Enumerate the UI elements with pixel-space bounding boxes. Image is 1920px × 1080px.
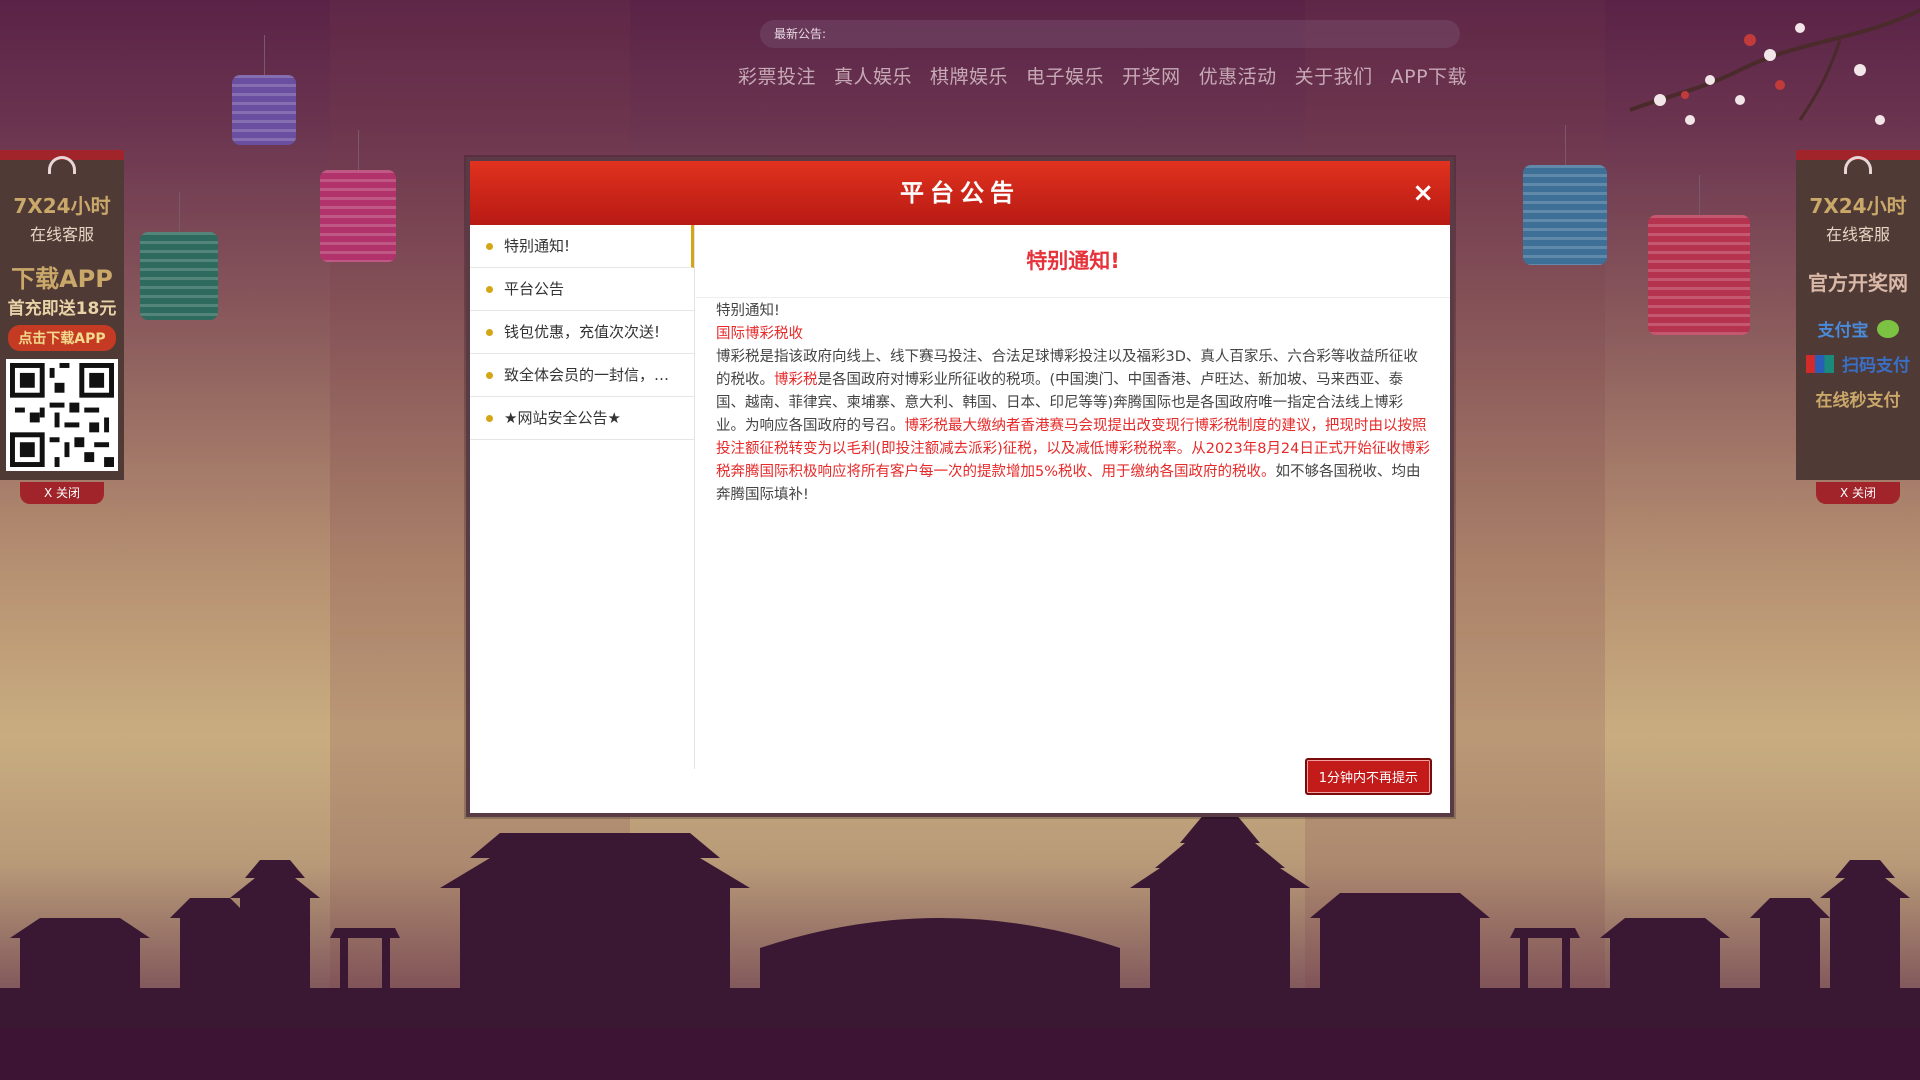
nav-chess-cards[interactable]: 棋牌娱乐 xyxy=(930,62,1008,89)
online-pay-row: 在线秒支付 xyxy=(1796,386,1920,411)
content-red-heading: 国际博彩税收 xyxy=(716,326,803,342)
content-paragraph: 博彩税是指该政府向线上、线下赛马投注、合法足球博彩投注以及福彩3D、真人百家乐、… xyxy=(716,346,1430,507)
lantern xyxy=(320,130,396,262)
nav-promotions[interactable]: 优惠活动 xyxy=(1199,62,1277,89)
left-panel-close-button[interactable]: X 关闭 xyxy=(20,482,104,504)
scan-pay-row: 扫码支付 xyxy=(1796,351,1920,376)
alipay-row: 支付宝 xyxy=(1796,316,1920,341)
service-hours: 7X24小时 xyxy=(1809,194,1907,218)
tab-site-security-notice[interactable]: ★网站安全公告★ xyxy=(470,397,694,440)
main-nav: 彩票投注 真人娱乐 棋牌娱乐 电子娱乐 开奖网 优惠活动 关于我们 APP下载 xyxy=(738,62,1467,89)
wechat-icon xyxy=(1876,319,1899,338)
nav-live-casino[interactable]: 真人娱乐 xyxy=(834,62,912,89)
nav-slots[interactable]: 电子娱乐 xyxy=(1026,62,1104,89)
online-service-link[interactable]: 在线客服 xyxy=(1796,221,1920,245)
notice-label: 最新公告: xyxy=(774,27,827,41)
download-app-button[interactable]: 点击下载APP xyxy=(8,325,116,351)
lantern xyxy=(1648,175,1750,335)
online-service-link[interactable]: 在线客服 xyxy=(0,221,124,245)
ground-band xyxy=(0,1028,1920,1080)
service-hours: 7X24小时 xyxy=(13,194,111,218)
first-deposit-bonus: 首充即送18元 xyxy=(7,299,117,319)
scan-pay-label: 扫码支付 xyxy=(1842,356,1910,376)
lantern xyxy=(232,35,296,145)
dismiss-one-minute-button[interactable]: 1分钟内不再提示 xyxy=(1304,758,1432,795)
nav-about-us[interactable]: 关于我们 xyxy=(1295,62,1373,89)
tab-special-notice[interactable]: 特别通知! xyxy=(470,225,694,268)
content-title: 特别通知! xyxy=(696,225,1450,298)
palace-skyline xyxy=(0,788,1920,1028)
close-icon[interactable]: × xyxy=(1412,161,1434,225)
lantern xyxy=(140,192,218,320)
lantern xyxy=(1523,125,1607,265)
modal-title: 平台公告 xyxy=(900,179,1020,207)
alipay-label: 支付宝 xyxy=(1817,321,1869,341)
official-lottery-site-link[interactable]: 官方开奖网 xyxy=(1796,267,1920,296)
latest-notice-bar: 最新公告: xyxy=(760,20,1460,48)
left-service-panel: 7X24小时 在线客服 下载APP 首充即送18元 点击下载APP X 关闭 xyxy=(0,150,124,504)
online-pay-label: 在线秒支付 xyxy=(1815,391,1901,411)
right-service-panel: 7X24小时 在线客服 官方开奖网 支付宝 扫码支付 在线秒支付 X 关闭 xyxy=(1796,150,1920,504)
nav-lottery[interactable]: 彩票投注 xyxy=(738,62,816,89)
announcement-content: 特别通知! 特别通知! 国际博彩税收 博彩税是指该政府向线上、线下赛马投注、合法… xyxy=(696,225,1450,813)
modal-header: 平台公告 × xyxy=(470,161,1450,225)
right-panel-close-button[interactable]: X 关闭 xyxy=(1816,482,1900,504)
modal-body: 特别通知! 平台公告 钱包优惠，充值次次送! 致全体会员的一封信，… ★网站安全… xyxy=(470,225,1450,813)
content-heading: 特别通知! xyxy=(716,303,780,319)
text-highlight: 博彩税 xyxy=(774,372,818,388)
plum-blossom-branch xyxy=(1629,8,1920,125)
qr-code xyxy=(6,359,118,471)
platform-announcement-modal: 平台公告 × 特别通知! 平台公告 钱包优惠，充值次次送! 致全体会员的一封信，… xyxy=(466,157,1454,817)
content-text: 特别通知! 国际博彩税收 博彩税是指该政府向线上、线下赛马投注、合法足球博彩投注… xyxy=(696,300,1450,507)
download-app-title: 下载APP xyxy=(11,265,113,293)
headset-icon xyxy=(1844,156,1872,174)
tab-letter-to-members[interactable]: 致全体会员的一封信，… xyxy=(470,354,694,397)
unionpay-icon xyxy=(1806,354,1834,373)
tab-platform-announcement[interactable]: 平台公告 xyxy=(470,268,694,311)
headset-icon xyxy=(48,156,76,174)
nav-app-download[interactable]: APP下载 xyxy=(1391,62,1467,89)
tab-wallet-promotion[interactable]: 钱包优惠，充值次次送! xyxy=(470,311,694,354)
announcement-tab-list: 特别通知! 平台公告 钱包优惠，充值次次送! 致全体会员的一封信，… ★网站安全… xyxy=(470,225,695,769)
nav-lottery-results[interactable]: 开奖网 xyxy=(1122,62,1181,89)
